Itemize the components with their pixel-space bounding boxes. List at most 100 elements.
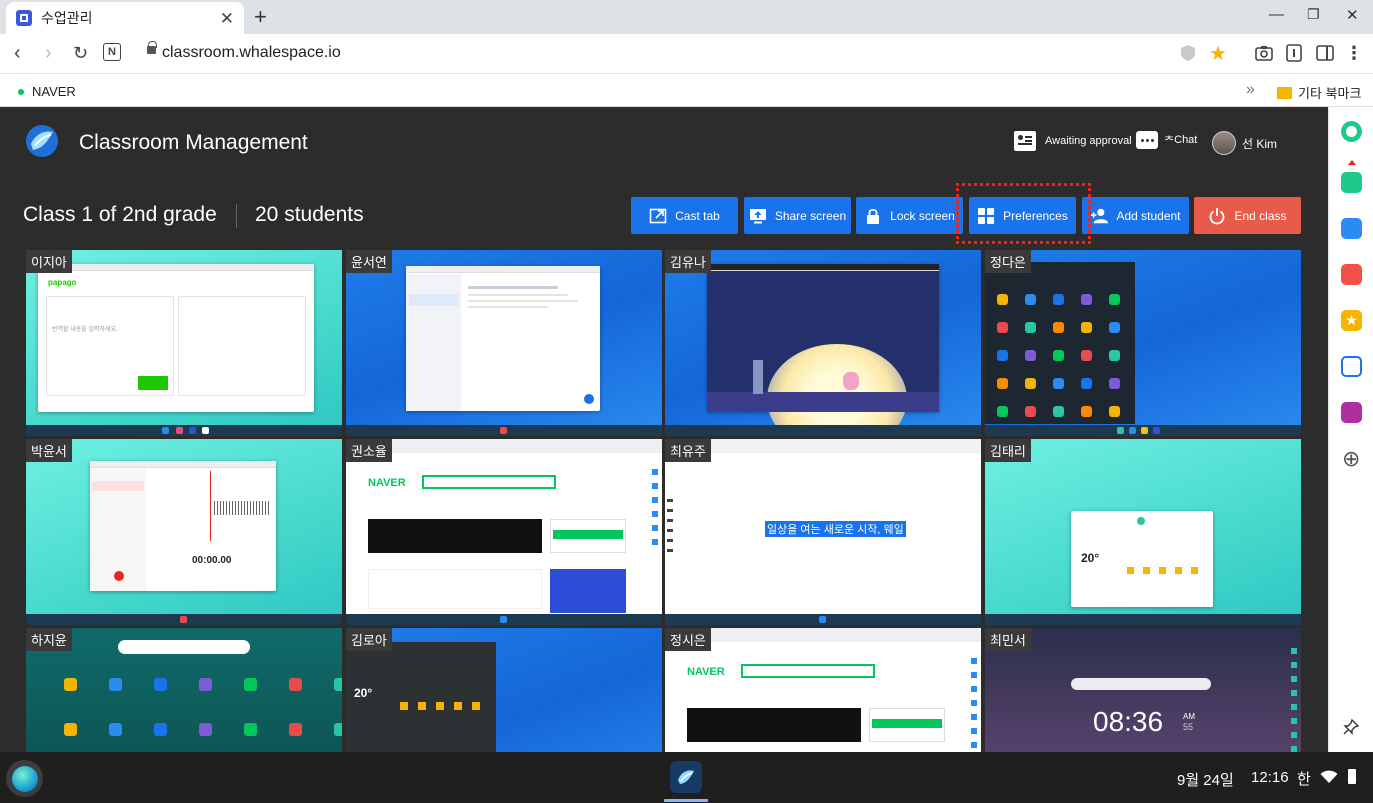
header-divider [236,204,237,228]
app-tile-icon [289,723,302,736]
input-method[interactable]: 한 [1297,768,1311,789]
app-tile-icon [244,723,257,736]
app-title: Classroom Management [79,131,308,154]
app-tile-icon [244,678,257,691]
student-screen[interactable]: 20° 김로아 [346,628,662,752]
tab-close-icon[interactable]: ✕ [220,10,234,27]
shield-icon[interactable] [1178,43,1198,63]
whale-browser-shelf-icon[interactable] [670,761,702,793]
student-name: 김태리 [985,439,1031,462]
student-count: 20 students [255,203,364,226]
chat-label: Chat [1174,134,1198,146]
other-bookmarks-folder[interactable]: 기타 북마크 [1277,83,1361,102]
app-tile-icon [199,678,212,691]
add-student-label: Add student [1116,208,1181,223]
bookmarks-overflow-icon[interactable]: » [1246,81,1255,99]
app-tile-icon [1053,378,1064,389]
weather-temp: 20° [1081,551,1100,565]
end-class-button[interactable]: End class [1194,197,1301,234]
student-screen[interactable]: 하지윤 [26,628,342,752]
forward-icon[interactable]: › [45,42,52,64]
app-tile-icon [109,723,122,736]
cast-icon [649,207,667,225]
student-name: 하지윤 [26,628,72,651]
chat-icon [1136,131,1158,149]
cast-tab-button[interactable]: Cast tab [631,197,738,234]
lockscreen-seconds: 55 [1183,722,1194,732]
app-tile-icon [997,294,1008,305]
tray-date[interactable]: 9월 24일 [1177,769,1234,790]
student-name: 정시은 [665,628,711,651]
student-screen[interactable]: 김유나 [665,250,981,436]
weather-temp: 20° [354,686,373,700]
naver-dot-icon [18,88,24,95]
user-profile[interactable]: 선 Kim [1212,131,1277,155]
add-person-icon [1090,207,1109,225]
menu-icon[interactable]: ⋮ [1344,43,1364,63]
chat-button[interactable]: ᄎ Chat [1136,131,1197,149]
student-screen[interactable]: 08:36 AM 55 최민서 [985,628,1301,752]
other-bookmarks-label: 기타 북마크 [1298,86,1362,101]
student-screen[interactable]: 00:00.00 박윤서 [26,439,342,625]
camera-icon[interactable] [1254,43,1274,63]
browser-tab[interactable]: 수업관리 ✕ [6,2,244,34]
app-tile-icon [1109,406,1120,417]
awaiting-approval-button[interactable]: Awaiting approval [1014,131,1132,151]
tray-time[interactable]: 12:16 [1251,769,1289,786]
student-screen[interactable]: papago 번역할 내용을 입력하세요. 이지아 [26,250,342,436]
lock-icon[interactable] [147,41,157,54]
student-screen[interactable]: 윤서연 [346,250,662,436]
address-bar[interactable]: classroom.whalespace.io [162,44,341,62]
pin-icon[interactable] [1343,718,1360,740]
naver-home-icon[interactable]: N [103,43,121,61]
highlighted-text: 일상을 여는 새로운 시작, 웨일 [765,521,906,537]
folder-icon [1277,86,1292,99]
reload-icon[interactable]: ↻ [73,42,88,64]
mosaic-app-icon[interactable] [1341,402,1362,423]
launcher-button[interactable] [6,760,43,797]
add-icon[interactable]: ⊕ [1342,448,1360,470]
new-tab-button[interactable]: + [254,4,267,30]
naver-logo: NAVER [368,477,406,489]
add-student-button[interactable]: Add student [1082,197,1189,234]
student-screen[interactable]: NAVER 정시은 [665,628,981,752]
battery-icon[interactable] [1348,769,1356,784]
student-screen[interactable]: 정다은 [985,250,1301,436]
app-tile-icon [64,678,77,691]
student-screen[interactable]: NAVER 권소율 [346,439,662,625]
reader-icon[interactable] [1284,43,1304,63]
bookmark-star-icon[interactable]: ★ [1208,43,1228,65]
lockscreen-clock: 08:36 [1093,706,1164,737]
app-tile-icon [1053,322,1064,333]
app-tile-icon [1025,406,1036,417]
notification-icon[interactable] [1341,172,1362,193]
translate-icon[interactable] [1341,356,1362,377]
share-screen-button[interactable]: Share screen [744,197,851,234]
app-tile-icon [1025,350,1036,361]
close-window-icon[interactable]: ✕ [1346,6,1359,24]
wifi-icon[interactable] [1320,770,1338,789]
back-icon[interactable]: ‹ [14,42,21,64]
restore-icon[interactable]: ❐ [1307,6,1320,23]
calendar-icon[interactable] [1341,218,1362,239]
app-tile-icon [1025,294,1036,305]
student-screen[interactable]: 20° 김태리 [985,439,1301,625]
cast-tab-label: Cast tab [675,208,720,223]
collapse-arrow-icon[interactable] [1348,160,1356,165]
student-screen[interactable]: 일상을 여는 새로운 시작, 웨일 최유주 [665,439,981,625]
minimize-icon[interactable]: ― [1269,6,1284,23]
student-name: 정다은 [985,250,1031,273]
sidebar-toggle-icon[interactable] [1315,43,1335,63]
star-icon[interactable]: ★ [1341,310,1362,331]
lock-screen-button[interactable]: Lock screen [856,197,963,234]
launcher-icon [11,765,38,792]
pocket-icon[interactable] [1341,264,1362,285]
app-tile-icon [1025,322,1036,333]
chat-label-prefix: ᄎ [1164,135,1175,147]
active-app-indicator [664,799,708,802]
lock-screen-label: Lock screen [890,208,955,223]
bookmark-naver[interactable]: NAVER [18,84,76,99]
whale-logo-icon [26,125,58,157]
whale-space-icon[interactable] [1341,121,1362,142]
app-tile-icon [1109,322,1120,333]
